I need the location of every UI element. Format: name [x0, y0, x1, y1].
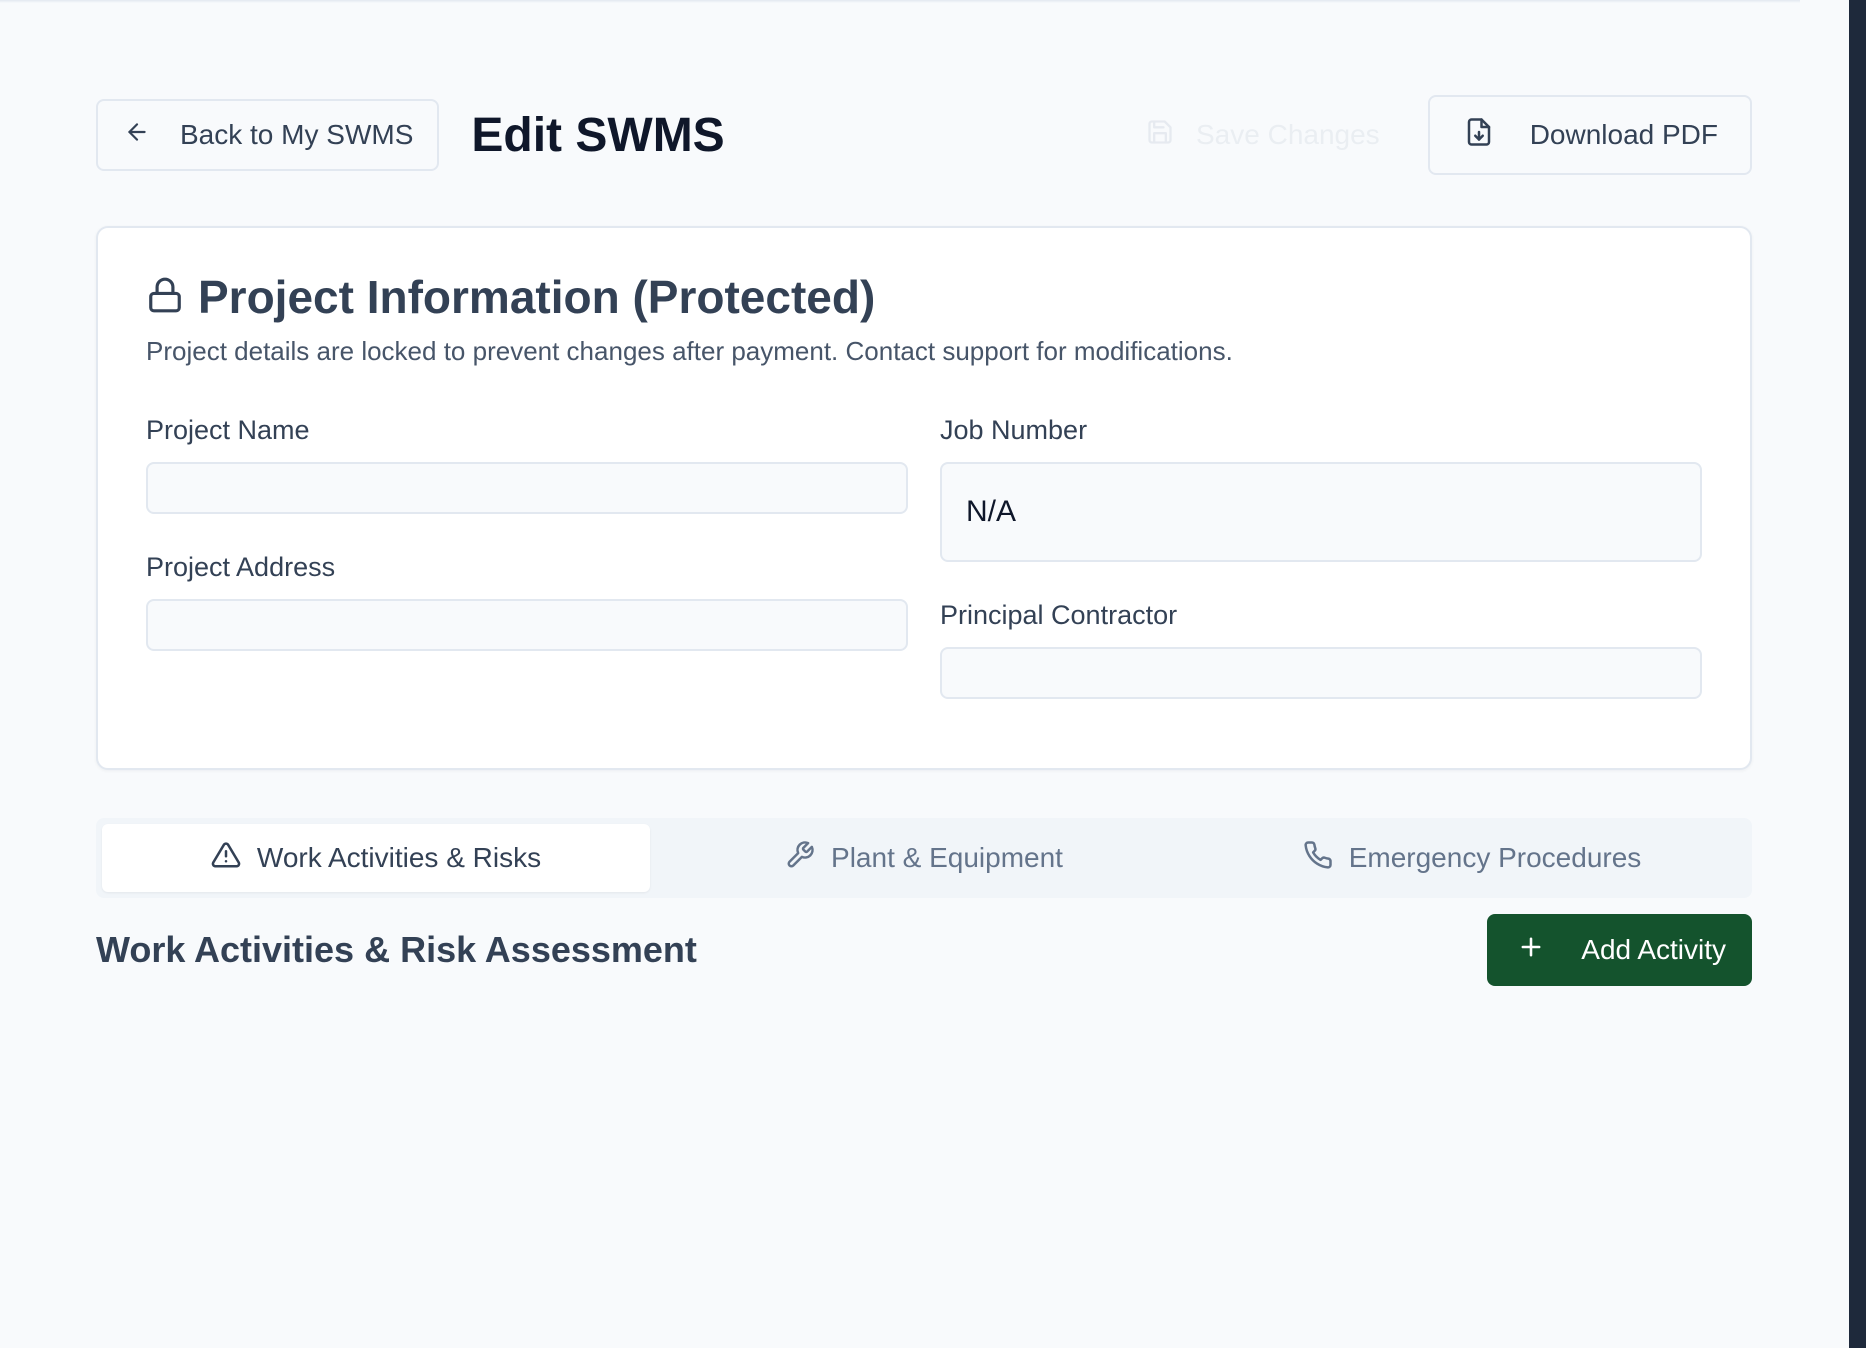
page-title: Edit SWMS	[471, 108, 725, 162]
arrow-left-icon	[124, 119, 180, 152]
card-description: Project details are locked to prevent ch…	[146, 336, 1233, 366]
project-name-group: Project Name	[146, 415, 908, 562]
window-edge	[1849, 0, 1866, 1348]
tab-work-activities[interactable]: Work Activities & Risks	[102, 824, 650, 892]
save-button[interactable]: Save Changes	[1146, 118, 1380, 153]
back-button[interactable]: Back to My SWMS	[96, 99, 440, 171]
project-address-label: Project Address	[146, 552, 336, 582]
project-name-label: Project Name	[146, 415, 310, 445]
file-download-icon	[1464, 117, 1530, 154]
download-pdf-button[interactable]: Download PDF	[1427, 95, 1752, 175]
tab-label: Emergency Procedures	[1348, 842, 1642, 873]
project-address-input[interactable]	[146, 599, 908, 651]
tab-emergency-procedures[interactable]: Emergency Procedures	[1198, 824, 1746, 892]
add-activity-label: Add Activity	[1581, 934, 1726, 965]
project-info-card: Project Information (Protected) Project …	[96, 226, 1752, 770]
project-name-input[interactable]	[146, 462, 908, 514]
project-fields: Project Name Job Number Project Address …	[146, 415, 1702, 699]
phone-icon	[1303, 840, 1349, 877]
page-header: Back to My SWMS Edit SWMS Save Changes D…	[96, 95, 1752, 175]
job-number-label: Job Number	[940, 415, 1088, 445]
tab-label: Plant & Equipment	[831, 842, 1063, 873]
job-number-group: Job Number	[940, 415, 1702, 562]
principal-contractor-group: Principal Contractor	[940, 600, 1702, 699]
alert-triangle-icon	[211, 840, 257, 877]
download-pdf-label: Download PDF	[1529, 119, 1718, 150]
wrench-icon	[785, 840, 831, 877]
tab-label: Work Activities & Risks	[256, 842, 542, 873]
section-title: Work Activities & Risk Assessment	[96, 929, 697, 970]
section-header: Work Activities & Risk Assessment Add Ac…	[96, 914, 1752, 986]
tab-plant-equipment[interactable]: Plant & Equipment	[650, 824, 1198, 892]
save-button-label: Save Changes	[1196, 119, 1380, 150]
card-title: Project Information (Protected)	[198, 271, 876, 323]
card-header: Project Information (Protected)	[146, 270, 1702, 324]
top-divider	[0, 0, 1800, 3]
save-icon	[1146, 118, 1196, 153]
plus-icon	[1517, 933, 1581, 968]
project-address-group: Project Address	[146, 552, 908, 699]
job-number-input[interactable]	[940, 462, 1702, 562]
principal-contractor-label: Principal Contractor	[940, 600, 1178, 630]
tab-list: Work Activities & Risks Plant & Equipmen…	[96, 818, 1752, 898]
back-button-label: Back to My SWMS	[180, 119, 414, 150]
lock-icon	[146, 276, 198, 319]
add-activity-button[interactable]: Add Activity	[1487, 914, 1752, 986]
principal-contractor-input[interactable]	[940, 647, 1702, 699]
page-container: Back to My SWMS Edit SWMS Save Changes D…	[96, 95, 1752, 986]
